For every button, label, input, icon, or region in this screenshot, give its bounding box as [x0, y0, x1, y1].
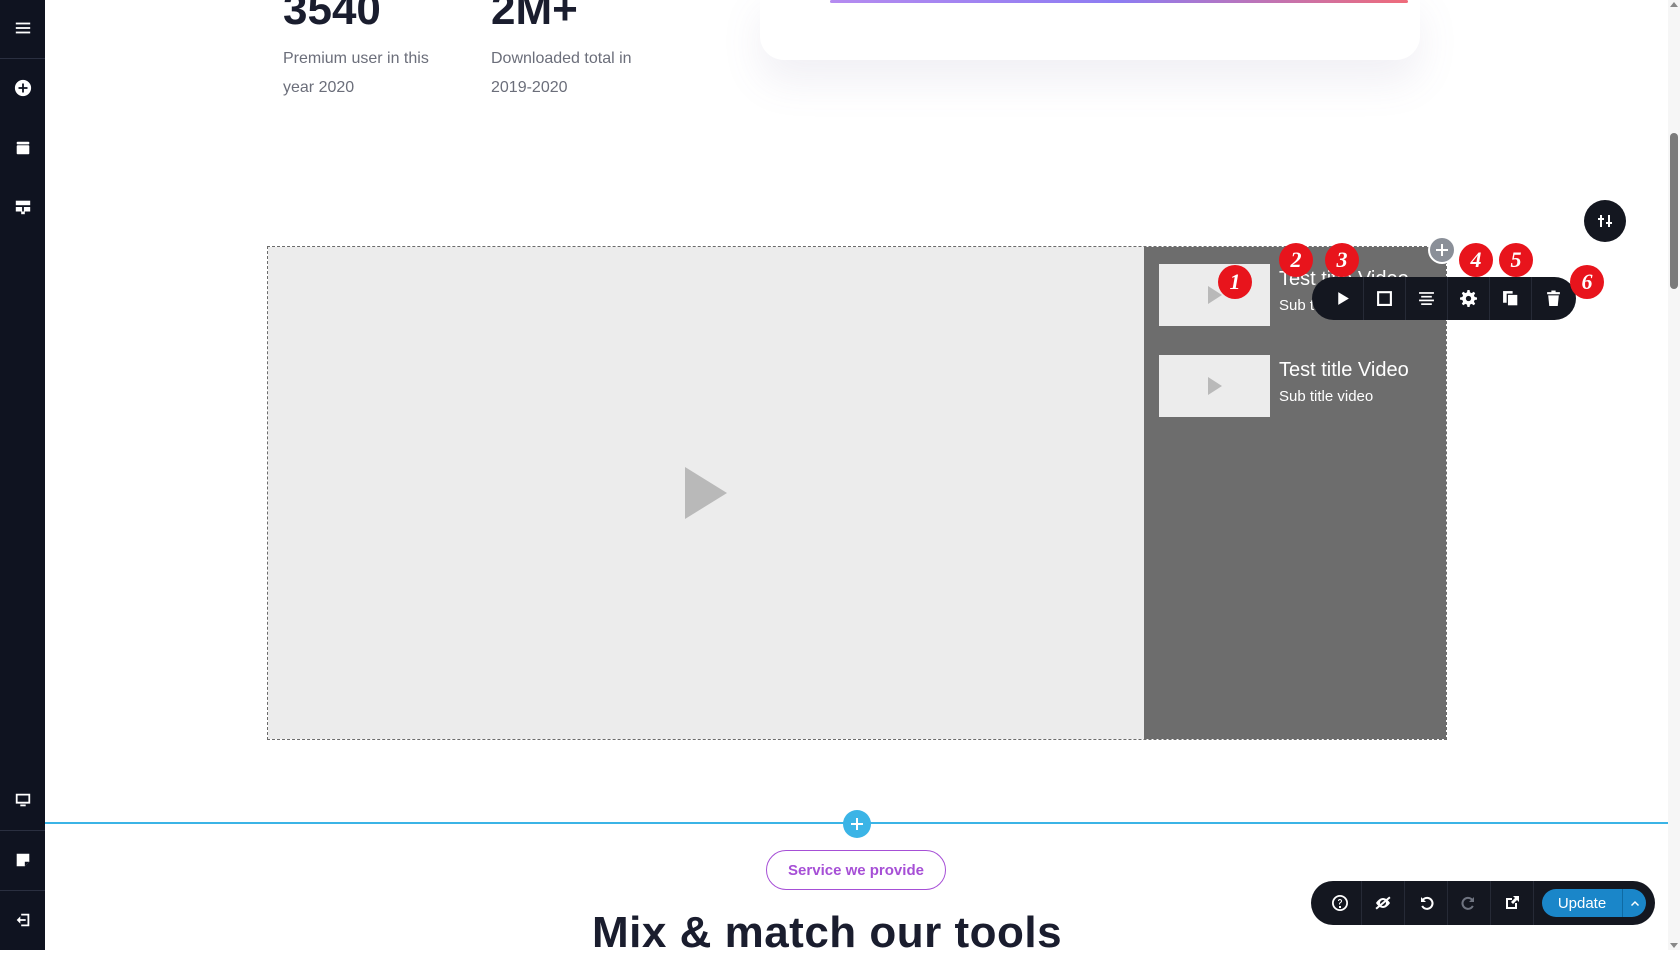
scrollbar-thumb[interactable]: [1670, 133, 1678, 289]
sidebar-divider: [0, 890, 45, 891]
play-icon: [685, 467, 727, 519]
annotation-badge: 1: [1218, 265, 1252, 299]
editor-action-bar: Update: [1311, 881, 1655, 925]
undo-icon[interactable]: [1405, 881, 1448, 925]
video-playlist: Test title Video Sub title video Test ti…: [1144, 247, 1446, 739]
external-link-icon[interactable]: [1491, 881, 1534, 925]
duplicate-icon[interactable]: [1490, 277, 1532, 320]
left-sidebar: [0, 0, 45, 950]
annotation-badge: 3: [1325, 243, 1359, 277]
annotation-badge: 5: [1499, 243, 1533, 277]
video-playlist-widget[interactable]: Test title Video Sub title video Test ti…: [267, 246, 1447, 740]
sidebar-divider: [0, 58, 45, 59]
playlist-item-subtitle: Sub title video: [1279, 388, 1374, 405]
hide-icon[interactable]: [1362, 881, 1405, 925]
sidebar-divider: [0, 830, 45, 831]
annotation-badge: 6: [1570, 265, 1604, 299]
add-section-icon[interactable]: [843, 810, 871, 838]
redo-icon[interactable]: [1448, 881, 1491, 925]
element-toolbar: [1312, 277, 1576, 320]
video-thumbnail: [1159, 264, 1270, 326]
notes-icon[interactable]: [0, 840, 45, 880]
templates-icon[interactable]: [0, 187, 45, 227]
gear-icon[interactable]: [1448, 277, 1490, 320]
playlist-item-title: Test title Video: [1279, 359, 1409, 381]
play-icon: [1207, 377, 1222, 395]
annotation-badge: 2: [1279, 243, 1313, 277]
menu-icon[interactable]: [0, 8, 45, 48]
update-button[interactable]: Update: [1542, 889, 1622, 917]
annotation-badge: 4: [1459, 243, 1493, 277]
exit-icon[interactable]: [0, 900, 45, 940]
video-thumbnail: [1159, 355, 1270, 417]
main-video-player[interactable]: [268, 247, 1144, 739]
desktop-preview-icon[interactable]: [0, 780, 45, 820]
section-heading: Mix & match our tools: [592, 908, 1063, 957]
play-icon[interactable]: [1322, 277, 1364, 320]
stat-description: Premium user in this year 2020: [283, 50, 429, 96]
trash-icon[interactable]: [1532, 277, 1574, 320]
scroll-down-icon[interactable]: [1670, 943, 1678, 948]
playlist-item[interactable]: Test title Video Sub title video: [1159, 355, 1439, 419]
scroll-up-icon[interactable]: [1670, 2, 1678, 7]
chevron-up-icon[interactable]: [1622, 889, 1646, 917]
help-icon[interactable]: [1319, 881, 1362, 925]
move-handle-icon[interactable]: [1428, 236, 1456, 264]
stat-description: Downloaded total in 2019-2020: [491, 50, 632, 96]
gradient-bar: [830, 0, 1408, 3]
align-icon[interactable]: [1406, 277, 1448, 320]
pricing-card-bottom: [760, 0, 1420, 60]
add-element-icon[interactable]: [0, 68, 45, 108]
square-icon[interactable]: [1364, 277, 1406, 320]
layers-icon[interactable]: [0, 128, 45, 168]
navigator-toggle-icon[interactable]: [1584, 200, 1626, 242]
stat-number: 3540: [283, 0, 381, 34]
stat-number: 2M+: [491, 0, 578, 34]
service-label-button[interactable]: Service we provide: [766, 850, 946, 890]
page-scrollbar[interactable]: [1668, 0, 1680, 950]
